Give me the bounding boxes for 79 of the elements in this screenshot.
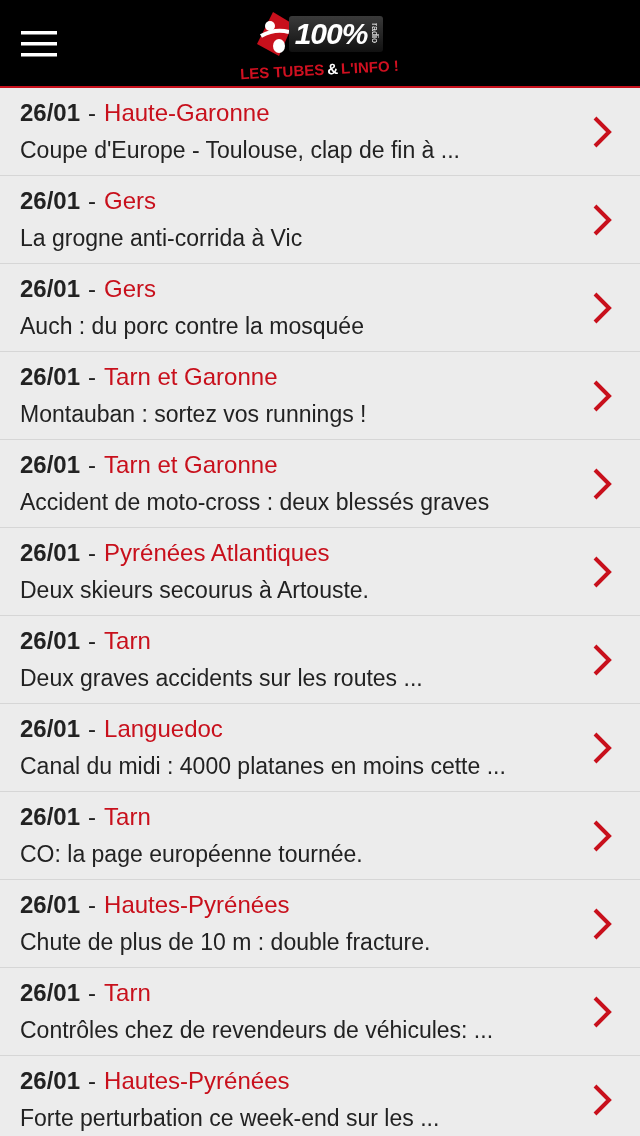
chevron-right-icon [592, 115, 612, 148]
article-item[interactable]: 26/01 - Tarn CO: la page européenne tournée. [0, 792, 640, 880]
article-region: Tarn [104, 629, 151, 653]
article-title: Chute de plus de 10 m : double fracture. [20, 931, 432, 954]
article-date: 26/01 [20, 981, 81, 1005]
article-title: Coupe d'Europe - Toulouse, clap de fin à ... [20, 139, 461, 162]
article-region: Gers [104, 277, 157, 301]
article-item[interactable]: 26/01 - Tarn Deux graves accidents sur les routes ... [0, 616, 640, 704]
article-title: Auch : du porc contre la mosquée [20, 315, 365, 338]
article-region: Tarn et Garonne [104, 365, 278, 389]
menu-button[interactable] [20, 30, 58, 58]
chevron-right-icon [592, 1083, 612, 1116]
article-item[interactable]: 26/01 - Pyrénées Atlantiques Deux skieurs secourus à Artouste. [0, 528, 640, 616]
slogan-text: L'INFO ! [340, 57, 399, 76]
article-region: Hautes-Pyrénées [104, 893, 290, 917]
article-date: 26/01 [20, 1069, 81, 1093]
article-title: Deux skieurs secourus à Artouste. [20, 579, 370, 602]
article-region: Hautes-Pyrénées [104, 1069, 290, 1093]
article-title: Canal du midi : 4000 platanes en moins cette ... [20, 755, 507, 778]
article-date: 26/01 [20, 541, 81, 565]
logo-subtext: radio [370, 23, 380, 44]
article-date: 26/01 [20, 365, 81, 389]
separator-text: - [88, 805, 97, 829]
chevron-right-icon [592, 291, 612, 324]
article-region: Tarn [104, 805, 151, 829]
article-item[interactable]: 26/01 - Tarn et Garonne Accident de moto-cross : deux blessés graves [0, 440, 640, 528]
slogan-text: LES TUBES [239, 61, 325, 81]
separator-text: - [88, 189, 97, 213]
article-item[interactable]: 26/01 - Gers Auch : du porc contre la mosquée [0, 264, 640, 352]
article-title: Deux graves accidents sur les routes ... [20, 667, 424, 690]
article-title: Montauban : sortez vos runnings ! [20, 403, 368, 426]
chevron-right-icon [592, 467, 612, 500]
article-item[interactable]: 26/01 - Hautes-Pyrénées Chute de plus de 10 m : double fracture. [0, 880, 640, 968]
article-title: Accident de moto-cross : deux blessés graves [20, 491, 491, 514]
separator-text: - [88, 277, 97, 301]
article-item[interactable]: 26/01 - Haute-Garonne Coupe d'Europe - Toulouse, clap de fin à ... [0, 88, 640, 176]
chevron-right-icon [592, 907, 612, 940]
article-title: Forte perturbation ce week-end sur les ... [20, 1107, 441, 1130]
slogan-ampersand: & [326, 60, 338, 77]
article-region: Languedoc [104, 717, 223, 741]
article-date: 26/01 [20, 277, 81, 301]
separator-text: - [88, 541, 97, 565]
article-item[interactable]: 26/01 - Tarn Contrôles chez de revendeurs de véhicules: ... [0, 968, 640, 1056]
separator-text: - [88, 1069, 97, 1093]
article-region: Tarn [104, 981, 151, 1005]
chevron-right-icon [592, 995, 612, 1028]
chevron-right-icon [592, 555, 612, 588]
separator-text: - [88, 893, 97, 917]
separator-text: - [88, 717, 97, 741]
chevron-right-icon [592, 643, 612, 676]
chevron-right-icon [592, 819, 612, 852]
article-date: 26/01 [20, 101, 81, 125]
article-region: Gers [104, 189, 157, 213]
menu-icon [21, 31, 57, 57]
article-region: Pyrénées Atlantiques [104, 541, 330, 565]
article-item[interactable]: 26/01 - Gers La grogne anti-corrida à Vic [0, 176, 640, 264]
article-title: Contrôles chez de revendeurs de véhicules: ... [20, 1019, 495, 1042]
logo-text: 100% [294, 18, 368, 49]
article-date: 26/01 [20, 189, 81, 213]
article-region: Tarn et Garonne [104, 453, 278, 477]
article-date: 26/01 [20, 629, 81, 653]
article-region: Haute-Garonne [104, 101, 270, 125]
chevron-right-icon [592, 379, 612, 412]
article-item[interactable]: 26/01 - Languedoc Canal du midi : 4000 platanes en moins cette ... [0, 704, 640, 792]
separator-text: - [88, 453, 97, 477]
separator-text: - [88, 981, 97, 1005]
article-title: CO: la page européenne tournée. [20, 843, 364, 866]
article-date: 26/01 [20, 717, 81, 741]
separator-text: - [88, 101, 97, 125]
chevron-right-icon [592, 203, 612, 236]
article-title: La grogne anti-corrida à Vic [20, 227, 304, 250]
chevron-right-icon [592, 731, 612, 764]
separator-text: - [88, 365, 97, 389]
separator-text: - [88, 629, 97, 653]
article-date: 26/01 [20, 805, 81, 829]
article-item[interactable]: 26/01 - Hautes-Pyrénées Forte perturbation ce week-end sur les ... [0, 1056, 640, 1136]
article-date: 26/01 [20, 893, 81, 917]
article-date: 26/01 [20, 453, 81, 477]
article-item[interactable]: 26/01 - Tarn et Garonne Montauban : sortez vos runnings ! [0, 352, 640, 440]
